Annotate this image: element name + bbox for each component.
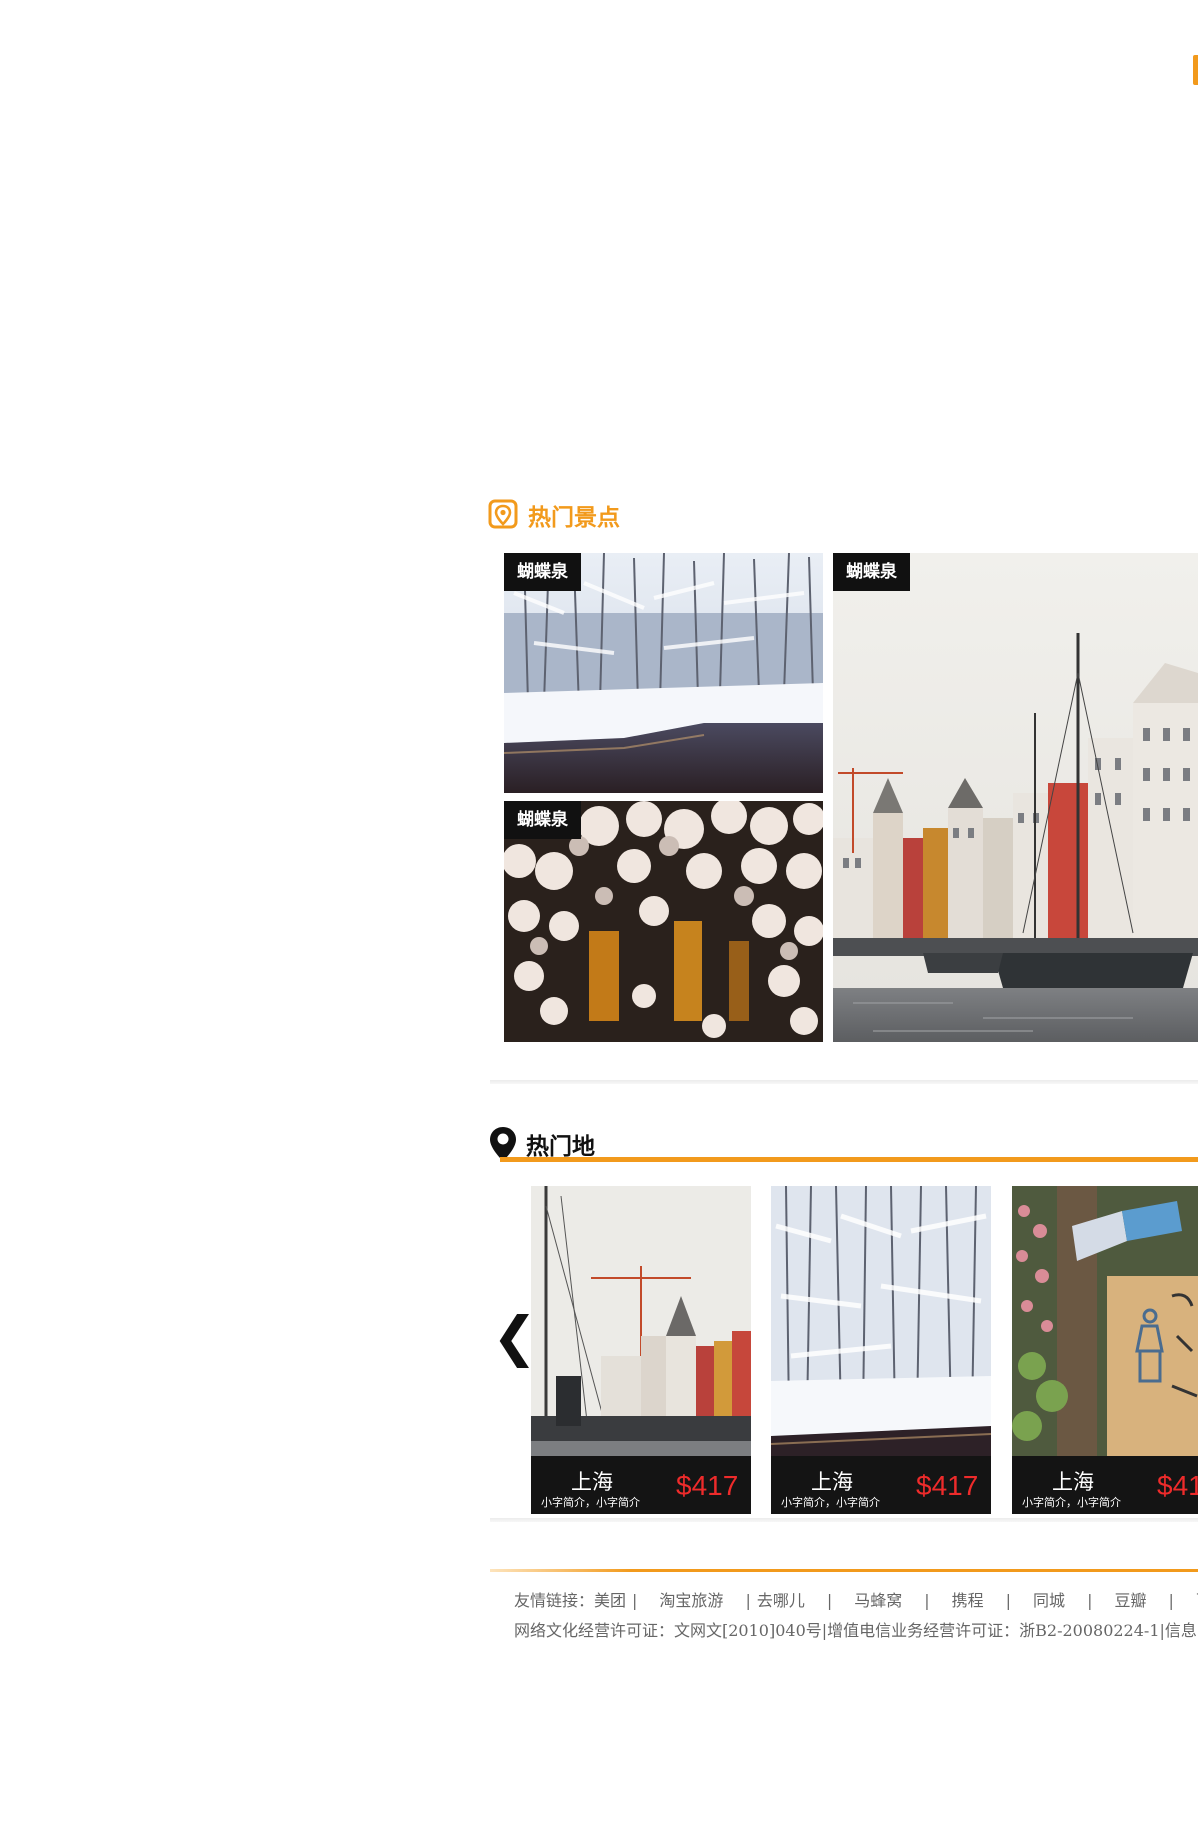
footer-link-mafengwo[interactable]: 马蜂窝 <box>854 1591 902 1610</box>
card-city: 上海 <box>1052 1470 1094 1494</box>
card-info-bar: 上海 小字简介，小字简介 $417 <box>531 1456 751 1514</box>
destination-card[interactable]: 上海 小字简介，小字简介 $417 <box>771 1186 991 1514</box>
card-desc: 小字简介，小字简介 <box>1022 1496 1121 1509</box>
card-price: $417 <box>916 1470 979 1501</box>
link-separator: | <box>745 1591 751 1610</box>
link-separator: | <box>1005 1591 1012 1610</box>
spot-label: 蝴蝶泉 <box>504 801 581 839</box>
footer-link-ctrip[interactable]: 携程 <box>952 1591 984 1610</box>
page: 热门景点 蝴蝶泉 蝴蝶泉 蝴蝶泉 热门地 ❮ 上海 小字简介，小字简介 $417… <box>0 0 1198 1840</box>
license-info: 网络文化经营许可证：文网文[2010]040号|增值电信业务经营许可证：浙B2-… <box>514 1621 1197 1640</box>
footer-link-taobao-travel[interactable]: 淘宝旅游 <box>659 1591 723 1610</box>
card-price: $417 <box>676 1470 739 1501</box>
card-info-bar: 上海 小字简介，小字简介 $41 <box>1012 1456 1198 1514</box>
footer-link-douban[interactable]: 豆瓣 <box>1114 1591 1146 1610</box>
destination-card[interactable]: 上海 小字简介，小字简介 $417 <box>531 1186 751 1514</box>
link-separator: | <box>632 1591 638 1610</box>
card-city: 上海 <box>571 1470 613 1494</box>
link-separator: | <box>1168 1591 1174 1610</box>
card-desc: 小字简介，小字简介 <box>781 1496 880 1509</box>
spot-card-harbour[interactable]: 蝴蝶泉 <box>833 553 1198 1042</box>
card-info-bar: 上海 小字简介，小字简介 $417 <box>771 1456 991 1514</box>
friend-links: 友情链接：美团|淘宝旅游|去哪儿|马蜂窝|携程|同城|豆瓣|百度 <box>514 1587 1198 1611</box>
spot-label: 蝴蝶泉 <box>504 553 581 591</box>
spots-header: 热门景点 <box>488 498 620 532</box>
card-price: $41 <box>1157 1470 1198 1501</box>
spot-card-snow-river[interactable]: 蝴蝶泉 <box>504 553 823 793</box>
destinations-underline <box>500 1157 1198 1162</box>
footer-link-tongcheng[interactable]: 同城 <box>1033 1591 1065 1610</box>
map-pin-square-icon <box>488 499 518 531</box>
card-city: 上海 <box>811 1470 853 1494</box>
spots-title: 热门景点 <box>528 505 620 531</box>
destination-card[interactable]: 上海 小字简介，小字简介 $41 <box>1012 1186 1198 1514</box>
spot-label: 蝴蝶泉 <box>833 553 910 591</box>
harbour-photo <box>833 553 1198 1042</box>
link-separator: | <box>924 1591 930 1610</box>
footer-divider <box>490 1569 1198 1572</box>
section-divider <box>490 1080 1198 1084</box>
destinations-title: 热门地 <box>526 1134 595 1160</box>
footer-link-meituan[interactable]: 美团 <box>594 1591 626 1610</box>
friend-links-label: 友情链接： <box>514 1591 595 1610</box>
link-separator: | <box>826 1591 833 1610</box>
spot-card-cherry-blossom[interactable]: 蝴蝶泉 <box>504 801 823 1042</box>
card-desc: 小字简介，小字简介 <box>541 1496 640 1509</box>
footer-link-qunar[interactable]: 去哪儿 <box>757 1591 805 1610</box>
accent-marker <box>1193 55 1198 85</box>
link-separator: | <box>1087 1591 1093 1610</box>
section-divider <box>490 1518 1198 1522</box>
